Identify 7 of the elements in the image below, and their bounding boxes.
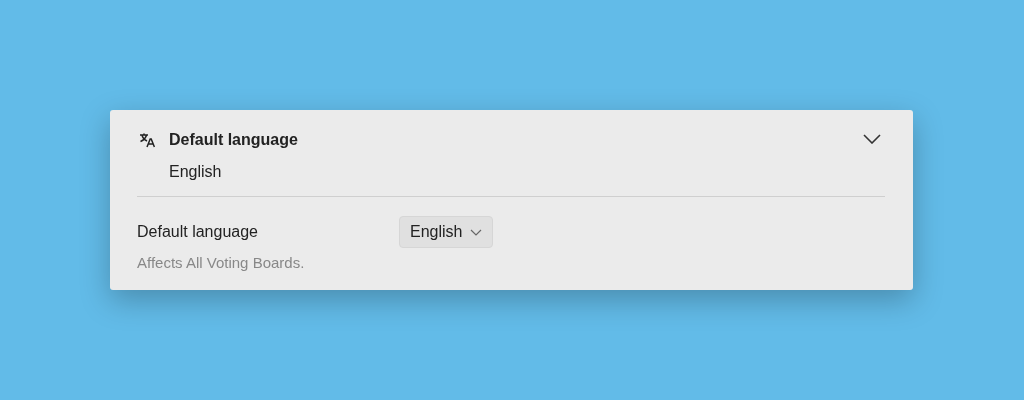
translate-icon: [139, 132, 155, 148]
caret-icon: [470, 228, 483, 236]
panel-title: Default language: [169, 130, 298, 150]
current-value: English: [169, 162, 223, 182]
setting-label: Default language: [137, 223, 259, 241]
help-text: Affects All Voting Boards.: [137, 254, 306, 271]
language-dropdown[interactable]: English: [399, 216, 494, 248]
